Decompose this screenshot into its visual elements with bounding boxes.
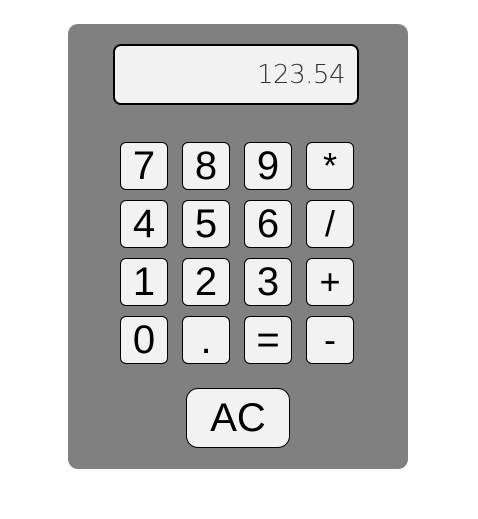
calculator-body: 123.54 7 8 9 * 4 5 6 / 1 2 3 + 0 . = - A…: [68, 24, 408, 469]
all-clear-button[interactable]: AC: [186, 388, 290, 448]
calculator-display: 123.54: [113, 44, 359, 105]
key-0[interactable]: 0: [120, 316, 168, 364]
key-minus[interactable]: -: [306, 316, 354, 364]
key-3[interactable]: 3: [244, 258, 292, 306]
key-2[interactable]: 2: [182, 258, 230, 306]
key-multiply[interactable]: *: [306, 142, 354, 190]
keypad: 7 8 9 * 4 5 6 / 1 2 3 + 0 . = -: [120, 142, 354, 364]
key-9[interactable]: 9: [244, 142, 292, 190]
key-5[interactable]: 5: [182, 200, 230, 248]
key-4[interactable]: 4: [120, 200, 168, 248]
key-7[interactable]: 7: [120, 142, 168, 190]
key-decimal[interactable]: .: [182, 316, 230, 364]
key-plus[interactable]: +: [306, 258, 354, 306]
key-1[interactable]: 1: [120, 258, 168, 306]
key-6[interactable]: 6: [244, 200, 292, 248]
key-equals[interactable]: =: [244, 316, 292, 364]
key-divide[interactable]: /: [306, 200, 354, 248]
key-8[interactable]: 8: [182, 142, 230, 190]
